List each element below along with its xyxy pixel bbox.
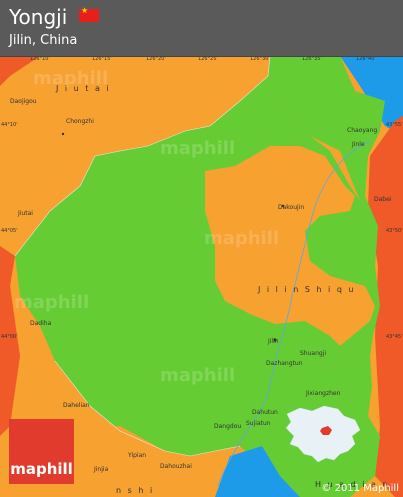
place-label: Dadiha — [30, 320, 52, 327]
place-label: Yipian — [128, 452, 147, 459]
coord-tick: 44°10' — [1, 122, 18, 128]
region-label-jilin-shiqu: J i l i n S h i q u — [258, 285, 356, 294]
place-label: Daojigou — [10, 98, 37, 105]
region-label-jiutai: J i u t a i — [56, 84, 111, 93]
city-dot-chongzhi — [61, 132, 65, 136]
place-label: Jixiangzhen — [306, 390, 341, 397]
watermark-text: maphill — [160, 365, 236, 386]
locator-inset-map — [285, 405, 361, 463]
page-title: Yongji — [9, 5, 68, 29]
watermark-text: maphill — [204, 228, 280, 249]
place-label: Sujiatun — [246, 420, 271, 427]
place-label: Dazhangtun — [266, 360, 303, 367]
maphill-logo[interactable]: maphill — [9, 419, 74, 484]
place-label: Dangdou — [214, 423, 242, 430]
place-label: Dahutun — [252, 409, 278, 416]
place-label: Jiutai — [18, 210, 33, 217]
place-label: Chaoyang — [347, 127, 378, 134]
place-label: Dakoujin — [278, 204, 305, 211]
place-label: Jilin — [268, 338, 279, 345]
china-flag-icon — [79, 6, 99, 22]
watermark-text: maphill — [160, 138, 236, 159]
map-frame: Yongji Jilin, China maphill maphill — [0, 0, 403, 497]
place-label: Jinjia — [94, 466, 109, 473]
region-label-panshi: n s h i — [116, 486, 155, 495]
coord-tick: 43°45' — [386, 334, 403, 340]
maphill-logo-text: maphill — [10, 460, 73, 478]
place-label: Dabei — [374, 196, 392, 203]
place-label: Chongzhi — [66, 118, 94, 125]
watermark-text: maphill — [14, 292, 90, 313]
place-label: Jinle — [352, 141, 365, 148]
header-bar: Yongji Jilin, China — [0, 0, 403, 57]
coord-tick: 44°05' — [1, 228, 18, 234]
location-subtitle: Jilin, China — [9, 33, 78, 48]
coord-tick: 43°55' — [386, 122, 403, 128]
coord-tick: 43°50' — [386, 228, 403, 234]
place-label: Dahouzhai — [160, 463, 192, 470]
coord-tick: 44°00' — [1, 334, 18, 340]
place-label: Dahelian — [63, 402, 90, 409]
place-label: Shuangji — [300, 350, 327, 357]
copyright-text: © 2011 Maphill — [321, 483, 399, 494]
